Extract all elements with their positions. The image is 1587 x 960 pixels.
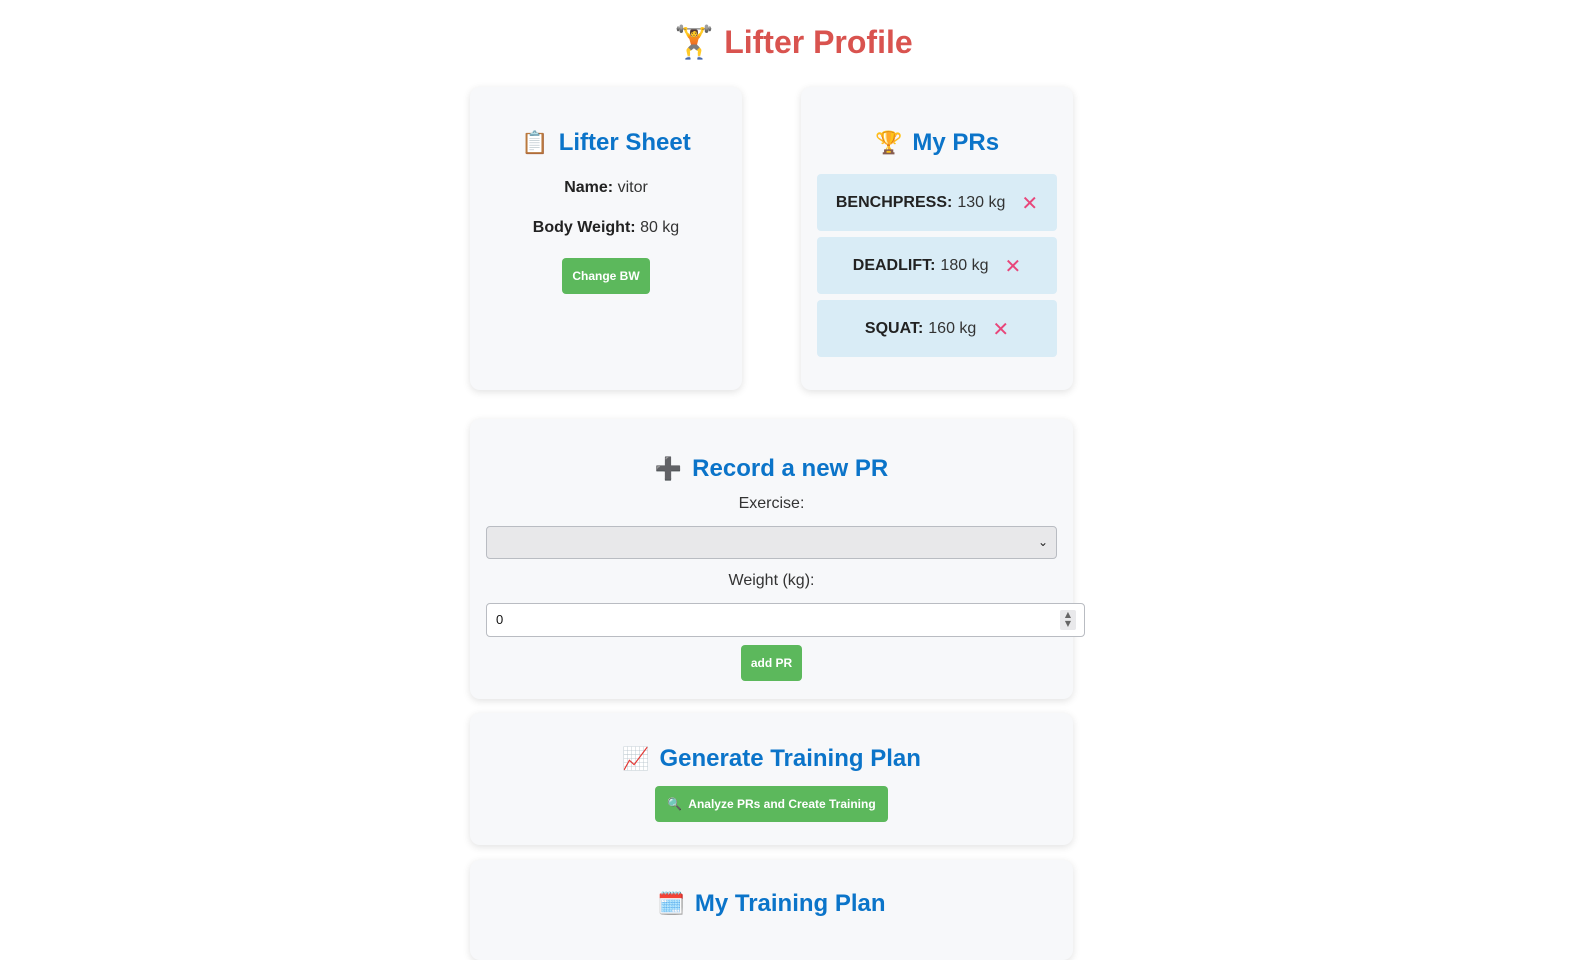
add-pr-wrapper: add PR bbox=[470, 637, 1073, 681]
name-line: Name: vitor bbox=[470, 178, 742, 198]
plus-icon: ➕ bbox=[654, 457, 683, 482]
name-value: vitor bbox=[617, 179, 648, 196]
my-prs-card: 🏆 My PRs BENCHPRESS: 130 kg ✕ DEADLIFT: 1… bbox=[801, 87, 1073, 390]
weight-stepper[interactable]: ▲ ▼ bbox=[1060, 610, 1076, 630]
pr-item: BENCHPRESS: 130 kg ✕ bbox=[817, 174, 1057, 231]
generate-plan-card: 📈 Generate Training Plan 🔍 Analyze PRs and… bbox=[470, 713, 1073, 845]
body-weight-label: Body Weight: bbox=[532, 219, 636, 236]
body-weight-line: Body Weight: 80 kg bbox=[470, 218, 742, 238]
body-weight-value: 80 kg bbox=[640, 219, 680, 236]
training-plan-heading: 🗓️ My Training Plan bbox=[470, 888, 1073, 921]
my-prs-heading: 🏆 My PRs bbox=[801, 127, 1073, 160]
clipboard-icon: 📋 bbox=[521, 131, 549, 156]
analyze-prs-label: Analyze PRs and Create Training bbox=[688, 797, 876, 811]
name-label: Name: bbox=[564, 179, 614, 196]
add-pr-button[interactable]: add PR bbox=[740, 645, 803, 681]
magnifier-icon: 🔍 bbox=[667, 797, 683, 811]
chart-increasing-icon: 📈 bbox=[622, 747, 650, 772]
pr-weight: 130 kg bbox=[957, 193, 1006, 211]
exercise-label: Exercise: bbox=[738, 495, 805, 512]
weight-input[interactable]: 0 ▲ ▼ bbox=[486, 603, 1085, 637]
lifter-sheet-heading: 📋 Lifter Sheet bbox=[470, 127, 742, 160]
change-bw-wrapper: Change BW bbox=[470, 238, 742, 294]
lifter-sheet-card: 📋 Lifter Sheet Name: vitor Body Weight: 8… bbox=[470, 87, 742, 390]
page-title: 🏋️ Lifter Profile bbox=[0, 20, 1587, 64]
record-pr-heading-text: Record a new PR bbox=[692, 455, 889, 482]
generate-plan-heading: 📈 Generate Training Plan bbox=[470, 743, 1073, 776]
lifter-sheet-heading-text: Lifter Sheet bbox=[558, 129, 691, 156]
calendar-icon: 🗓️ bbox=[657, 892, 685, 917]
training-plan-heading-text: My Training Plan bbox=[694, 890, 886, 917]
pr-exercise: DEADLIFT: bbox=[852, 256, 936, 274]
weight-label: Weight (kg): bbox=[728, 572, 815, 589]
pr-exercise: BENCHPRESS: bbox=[835, 193, 953, 211]
record-pr-heading: ➕ Record a new PR bbox=[470, 453, 1073, 486]
pr-weight: 160 kg bbox=[928, 319, 977, 337]
change-bw-button[interactable]: Change BW bbox=[562, 258, 650, 294]
my-prs-heading-text: My PRs bbox=[912, 129, 1000, 156]
exercise-select[interactable]: ⌄ bbox=[486, 526, 1057, 559]
delete-icon[interactable]: ✕ bbox=[1004, 254, 1021, 278]
pr-weight: 180 kg bbox=[940, 256, 989, 274]
weight-input-value: 0 bbox=[496, 612, 504, 627]
trophy-icon: 🏆 bbox=[874, 131, 903, 156]
training-plan-card: 🗓️ My Training Plan bbox=[470, 860, 1073, 960]
analyze-prs-button[interactable]: 🔍 Analyze PRs and Create Training bbox=[655, 786, 888, 822]
weightlifter-icon: 🏋️ bbox=[674, 23, 715, 61]
record-pr-card: ➕ Record a new PR Exercise: ⌄ Weight (kg)… bbox=[470, 419, 1085, 699]
pr-exercise: SQUAT: bbox=[864, 319, 924, 337]
page-title-text: Lifter Profile bbox=[724, 24, 913, 60]
delete-icon[interactable]: ✕ bbox=[1021, 191, 1038, 215]
generate-plan-heading-text: Generate Training Plan bbox=[659, 745, 921, 772]
chevron-down-icon: ⌄ bbox=[1037, 535, 1048, 549]
pr-item: SQUAT: 160 kg ✕ bbox=[817, 300, 1057, 357]
pr-item: DEADLIFT: 180 kg ✕ bbox=[817, 237, 1057, 294]
analyze-wrapper: 🔍 Analyze PRs and Create Training bbox=[470, 776, 1073, 822]
delete-icon[interactable]: ✕ bbox=[992, 317, 1009, 341]
